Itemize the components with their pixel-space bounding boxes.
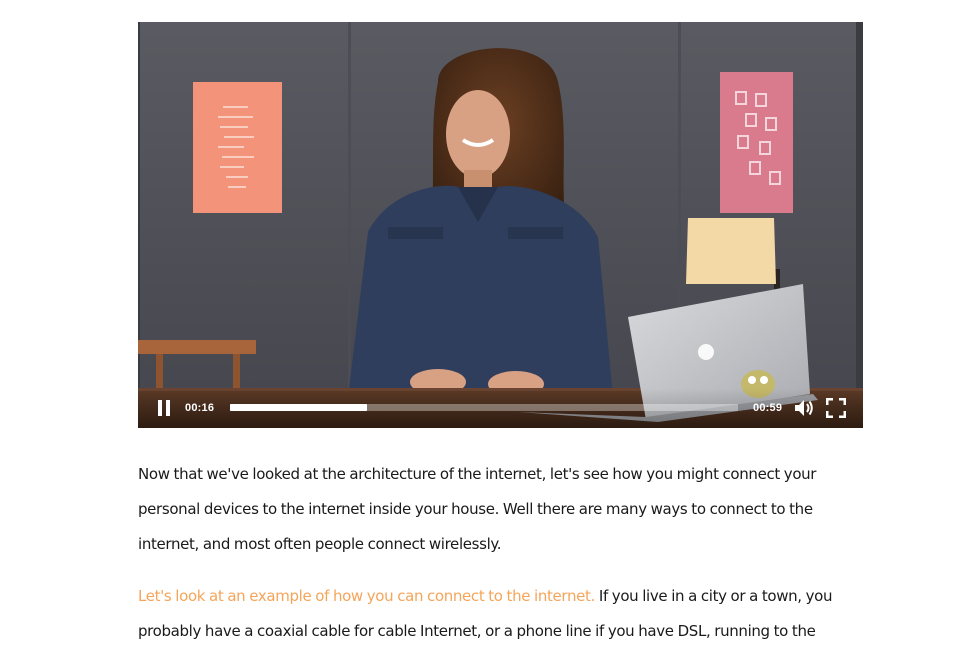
paragraph-line: Now that we've looked at the architectur… [138, 465, 817, 483]
paragraph-line: personal devices to the internet inside … [138, 500, 813, 518]
pause-icon[interactable] [156, 400, 172, 416]
paragraph-text: If you live in a city or a town, you [594, 587, 833, 605]
article-body: Now that we've looked at the architectur… [138, 457, 838, 653]
volume-icon[interactable] [794, 399, 814, 417]
progress-fill [230, 404, 368, 411]
video-frame [138, 22, 863, 428]
paragraph: Let's look at an example of how you can … [138, 579, 838, 649]
video-controls: 00:16 00:59 [138, 388, 863, 428]
paragraph: Now that we've looked at the architectur… [138, 457, 838, 562]
paragraph-line: internet, and most often people connect … [138, 535, 502, 553]
fullscreen-icon[interactable] [826, 398, 846, 418]
paragraph-line: probably have a coaxial cable for cable … [138, 622, 816, 640]
progress-bar[interactable] [230, 404, 738, 411]
paragraph-line: Let's look at an example of how you can … [138, 579, 838, 614]
video-player[interactable]: 00:16 00:59 [138, 22, 863, 428]
current-time: 00:16 [185, 402, 215, 414]
total-time: 00:59 [753, 402, 783, 414]
highlighted-text: Let's look at an example of how you can … [138, 587, 595, 605]
